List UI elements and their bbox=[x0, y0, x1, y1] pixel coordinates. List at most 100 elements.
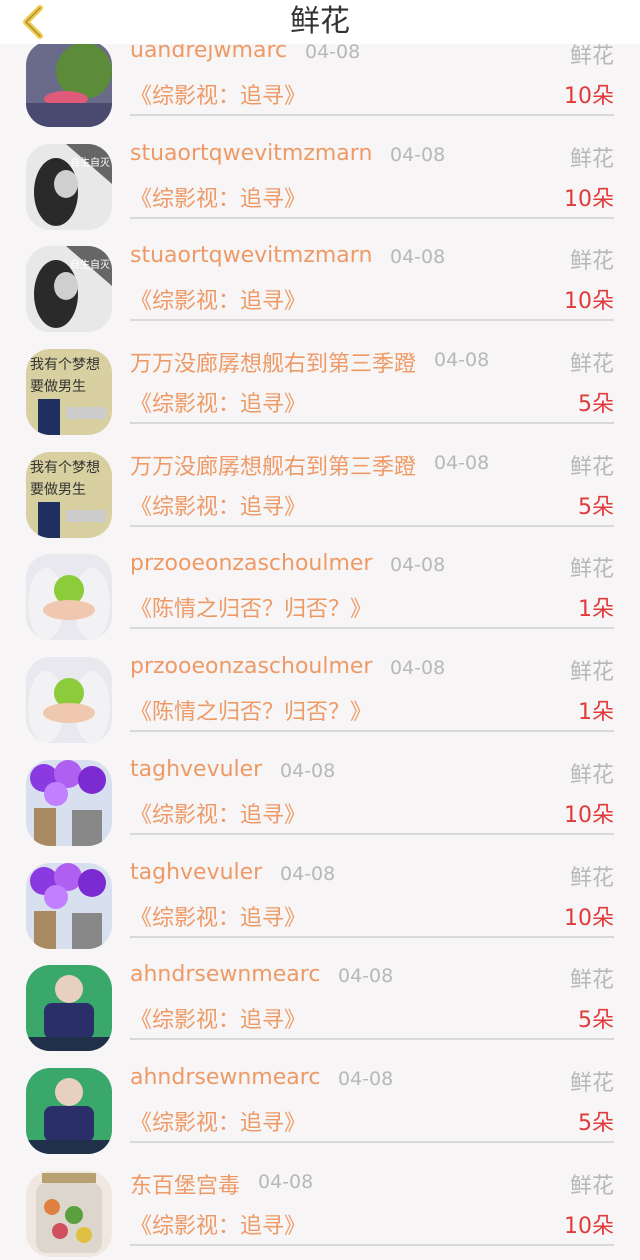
divider bbox=[130, 1140, 614, 1143]
gift-type: 鲜花 bbox=[569, 352, 614, 378]
date: 04-08 bbox=[280, 759, 336, 782]
gift-quantity: 10朵 bbox=[564, 905, 614, 931]
username: ahndrsewnmearc bbox=[130, 962, 321, 988]
list-item[interactable]: ahndrsewnmearc 04-08 鲜花《综影视：追寻》 5朵 bbox=[0, 1055, 640, 1158]
gift-type: 鲜花 bbox=[569, 865, 614, 891]
gift-quantity: 1朵 bbox=[578, 700, 614, 726]
divider bbox=[130, 935, 614, 938]
svg-text:要做男生: 要做男生 bbox=[30, 482, 86, 498]
svg-text:我有个梦想: 我有个梦想 bbox=[30, 460, 100, 476]
date: 04-08 bbox=[258, 1170, 314, 1193]
gift-type: 鲜花 bbox=[569, 146, 614, 172]
avatar bbox=[26, 759, 112, 846]
list-item[interactable]: przooeonzaschoulmer 04-08 鲜花《陈情之归否？归否？》 1朵 bbox=[0, 541, 640, 644]
avatar bbox=[26, 554, 112, 641]
gift-quantity: 5朵 bbox=[578, 1110, 614, 1136]
list-item[interactable]: taghvevuler 04-08 鲜花《综影视：追寻》 10朵 bbox=[0, 850, 640, 953]
avatar bbox=[26, 862, 112, 949]
top-bar: 鲜花 bbox=[0, 0, 640, 44]
work-title: 《综影视：追寻》 bbox=[130, 84, 307, 109]
list-item[interactable]: 自生自灭 stuaortqwevitmzmarn 04-08 鲜花《综影视：追寻》 10… bbox=[0, 233, 640, 336]
avatar bbox=[26, 657, 112, 744]
username: przooeonzaschoulmer bbox=[130, 654, 373, 680]
work-title: 《综影视：追寻》 bbox=[130, 1008, 307, 1034]
divider bbox=[130, 524, 614, 527]
divider bbox=[130, 216, 614, 219]
list-item[interactable]: 东百堡宫毒 04-08 鲜花《综影视：追寻》 10朵 bbox=[0, 1158, 640, 1260]
list-item[interactable]: przooeonzaschoulmer 04-08 鲜花《陈情之归否？归否？》 1朵 bbox=[0, 644, 640, 747]
username: 东百堡宫毒 bbox=[130, 1173, 241, 1199]
gift-quantity: 5朵 bbox=[578, 494, 614, 520]
gift-quantity: 10朵 bbox=[564, 1213, 614, 1239]
work-title: 《综影视：追寻》 bbox=[130, 186, 307, 212]
gift-quantity: 1朵 bbox=[578, 597, 614, 623]
username: stuaortqwevitmzmarn bbox=[130, 140, 373, 166]
divider bbox=[130, 1038, 614, 1041]
gift-type: 鲜花 bbox=[569, 1173, 614, 1199]
list-item[interactable]: ahndrsewnmearc 04-08 鲜花《综影视：追寻》 5朵 bbox=[0, 952, 640, 1055]
avatar bbox=[26, 1170, 112, 1257]
svg-text:要做男生: 要做男生 bbox=[30, 379, 86, 395]
avatar: 我有个梦想 要做男生 bbox=[26, 349, 112, 436]
gift-type: 鲜花 bbox=[569, 660, 614, 686]
gift-quantity: 10朵 bbox=[564, 802, 614, 828]
date: 04-08 bbox=[390, 554, 446, 577]
date: 04-08 bbox=[338, 1067, 394, 1090]
gift-type: 鲜花 bbox=[569, 557, 614, 583]
list-item[interactable]: taghvevuler 04-08 鲜花《综影视：追寻》 10朵 bbox=[0, 747, 640, 850]
divider bbox=[130, 114, 614, 116]
date: 04-08 bbox=[280, 862, 336, 885]
avatar bbox=[26, 1067, 112, 1154]
gift-quantity: 5朵 bbox=[578, 1008, 614, 1034]
work-title: 《综影视：追寻》 bbox=[130, 289, 307, 315]
date: 04-08 bbox=[305, 41, 361, 63]
work-title: 《综影视：追寻》 bbox=[130, 802, 307, 828]
date: 04-08 bbox=[390, 657, 446, 680]
gift-type: 鲜花 bbox=[569, 1070, 614, 1096]
avatar: 自生自灭 bbox=[26, 143, 112, 230]
username: 万万没廊孱想舰右到第三季蹬 bbox=[130, 454, 417, 480]
divider bbox=[130, 319, 614, 322]
gift-quantity: 5朵 bbox=[578, 392, 614, 418]
username: stuaortqwevitmzmarn bbox=[130, 243, 373, 269]
gift-type: 鲜花 bbox=[569, 249, 614, 275]
avatar: 我有个梦想 要做男生 bbox=[26, 451, 112, 538]
divider bbox=[130, 1243, 614, 1246]
date: 04-08 bbox=[390, 246, 446, 269]
username: przooeonzaschoulmer bbox=[130, 551, 373, 577]
username: 万万没廊孱想舰右到第三季蹬 bbox=[130, 352, 417, 378]
gift-quantity: 10朵 bbox=[564, 186, 614, 212]
username: taghvevuler bbox=[130, 859, 263, 885]
work-title: 《综影视：追寻》 bbox=[130, 392, 307, 418]
list-item[interactable]: 我有个梦想 要做男生 万万没廊孱想舰右到第三季蹬 04-08 鲜花 《综影视：追寻》 5朵 bbox=[0, 439, 640, 542]
date: 04-08 bbox=[338, 965, 394, 988]
list-item[interactable]: 我有个梦想 要做男生 万万没廊孱想舰右到第三季蹬 04-08 鲜花 《综影视：追寻》 5朵 bbox=[0, 336, 640, 439]
list-item[interactable]: 自生自灭 stuaortqwevitmzmarn 04-08 鲜花《综影视：追寻》 10… bbox=[0, 131, 640, 234]
divider bbox=[130, 832, 614, 835]
gift-type: 鲜花 bbox=[569, 762, 614, 788]
work-title: 《综影视：追寻》 bbox=[130, 905, 307, 931]
avatar bbox=[26, 41, 112, 127]
username: ahndrsewnmearc bbox=[130, 1064, 321, 1090]
date: 04-08 bbox=[434, 451, 490, 474]
avatar: 自生自灭 bbox=[26, 246, 112, 333]
gift-type: 鲜花 bbox=[569, 454, 614, 480]
gift-quantity: 10朵 bbox=[564, 84, 614, 109]
divider bbox=[130, 627, 614, 630]
divider bbox=[130, 422, 614, 425]
divider bbox=[130, 730, 614, 733]
svg-text:我有个梦想: 我有个梦想 bbox=[30, 357, 100, 373]
work-title: 《综影视：追寻》 bbox=[130, 1213, 307, 1239]
username: taghvevuler bbox=[130, 756, 263, 782]
work-title: 《陈情之归否？归否？》 bbox=[130, 597, 373, 623]
date: 04-08 bbox=[434, 349, 490, 372]
work-title: 《陈情之归否？归否？》 bbox=[130, 700, 373, 726]
date: 04-08 bbox=[390, 143, 446, 166]
gift-quantity: 10朵 bbox=[564, 289, 614, 315]
page-title: 鲜花 bbox=[290, 4, 350, 39]
gift-type: 鲜花 bbox=[569, 968, 614, 994]
work-title: 《综影视：追寻》 bbox=[130, 1110, 307, 1136]
svg-text:自生自灭: 自生自灭 bbox=[70, 156, 110, 169]
gift-record-list: uandrejwmarc 04-08 鲜花 《综影视：追寻》 10朵 自生自灭 stuaor… bbox=[0, 28, 640, 1260]
avatar bbox=[26, 965, 112, 1052]
